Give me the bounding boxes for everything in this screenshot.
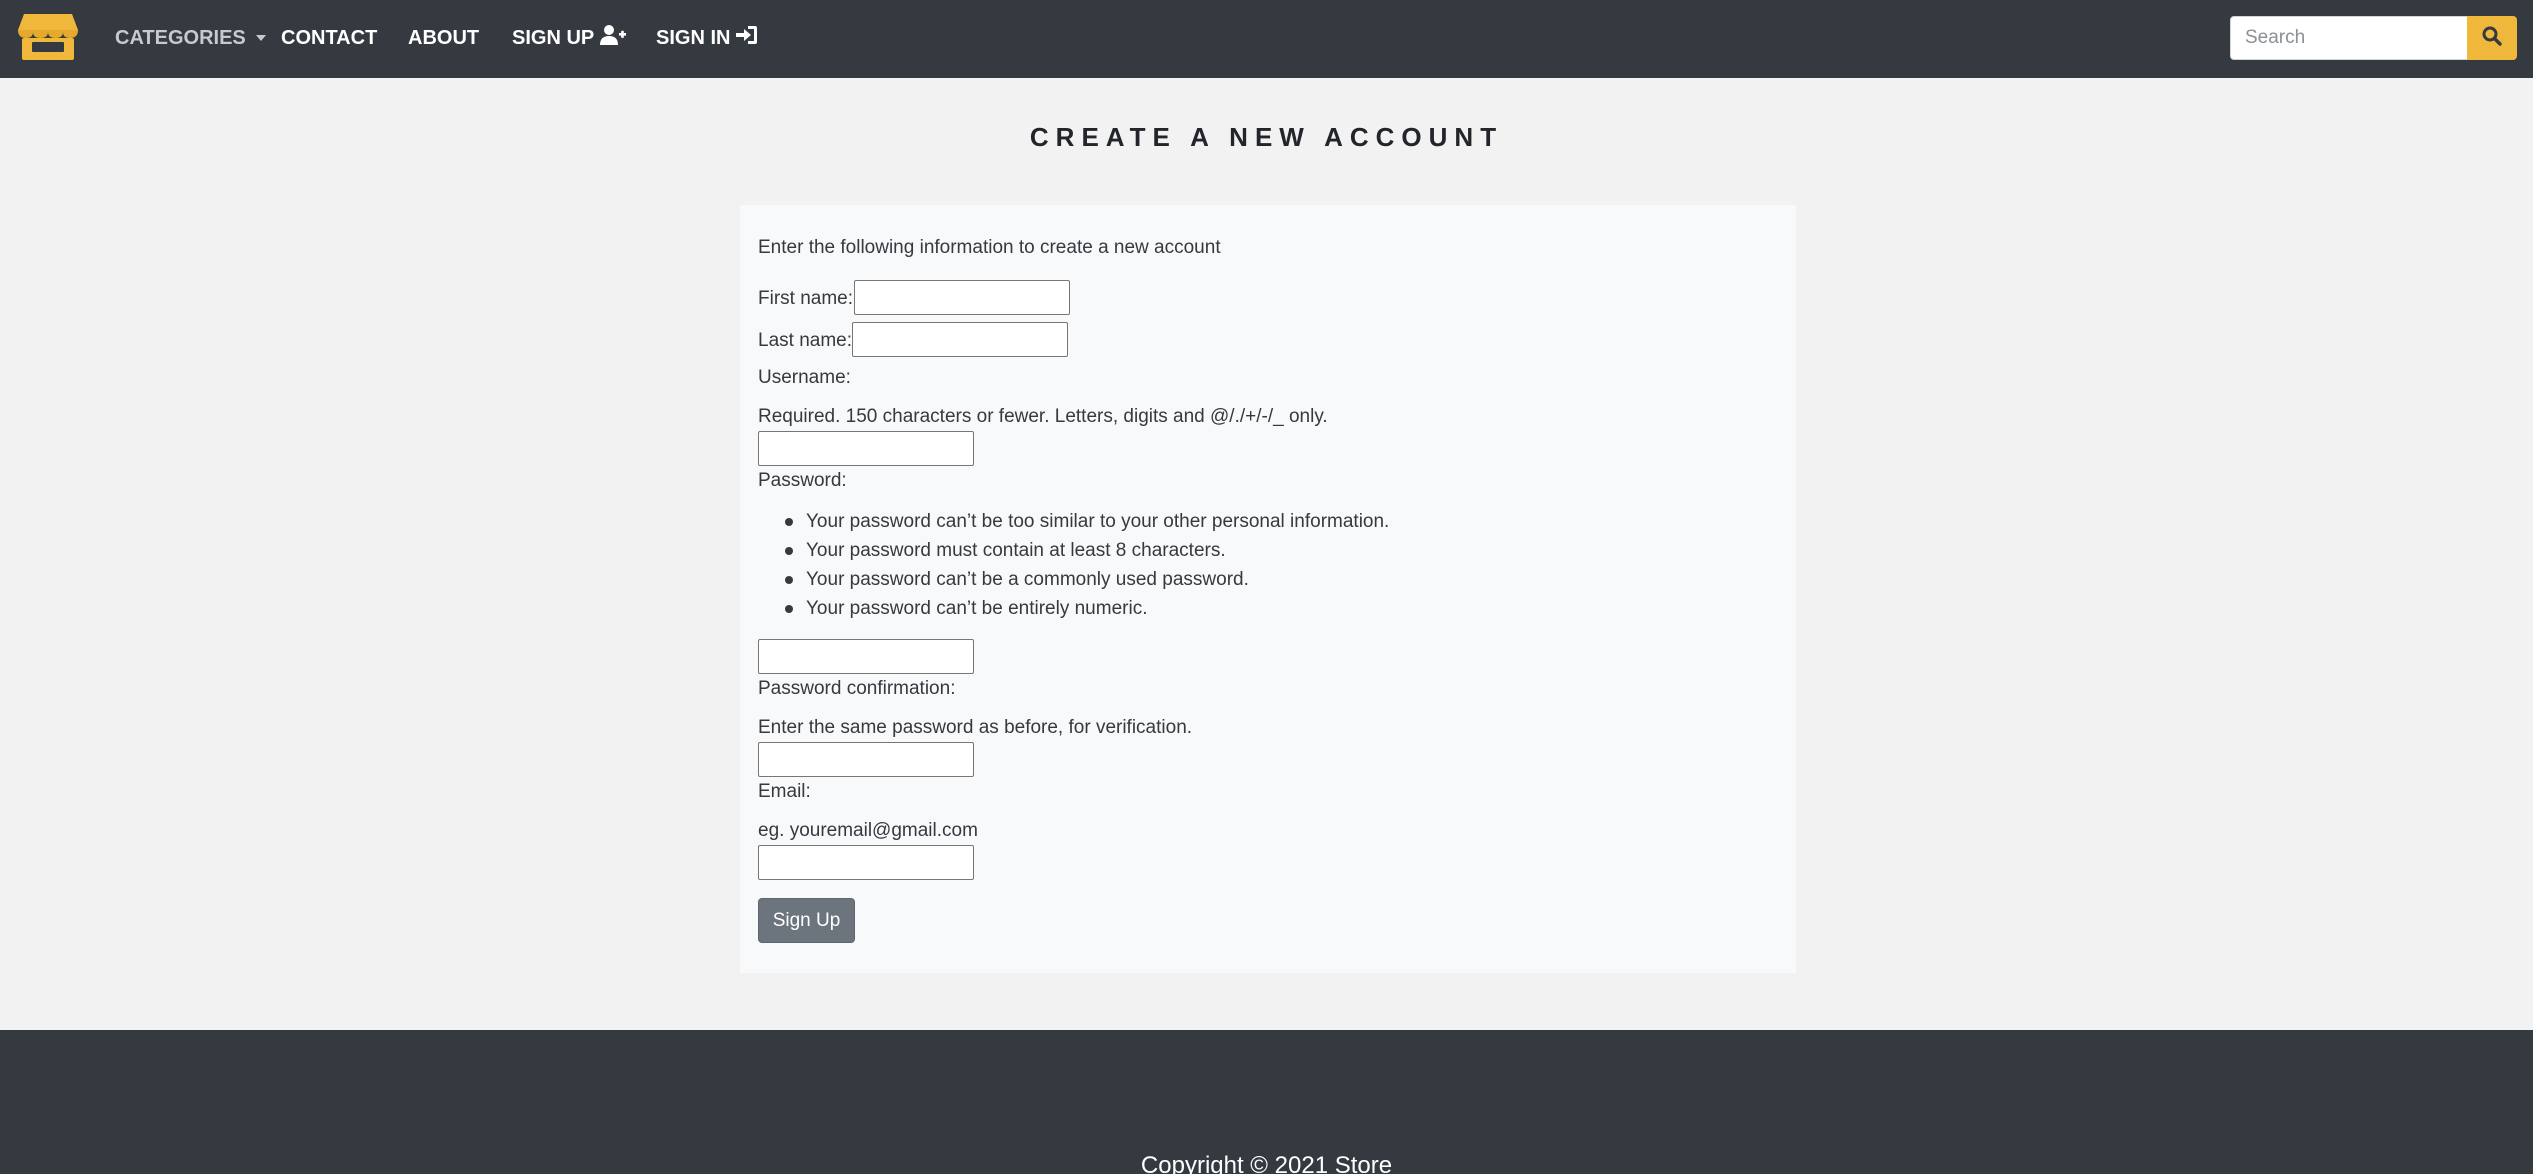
password-confirmation-label: Password confirmation: (758, 678, 956, 699)
nav-contact-label: CONTACT (281, 27, 378, 49)
username-input[interactable] (758, 431, 974, 466)
username-label: Username: (758, 367, 851, 388)
sign-up-button[interactable]: Sign Up (758, 898, 855, 943)
search-icon (2482, 26, 2502, 51)
password-confirmation-help-text: Enter the same password as before, for v… (758, 717, 1193, 738)
store-logo-icon[interactable] (18, 12, 78, 62)
nav-categories-label: CATEGORIES (115, 27, 246, 49)
nav-contact-link[interactable]: CONTACT (281, 26, 377, 50)
email-input[interactable] (758, 845, 974, 880)
nav-sign-in-link[interactable]: SIGN IN (656, 26, 758, 50)
user-plus-icon (600, 25, 627, 51)
nav-sign-up-label: SIGN UP (512, 27, 595, 49)
password-label: Password: (758, 470, 847, 491)
password-rule: Your password can’t be a commonly used p… (758, 565, 1389, 594)
copyright-text: Copyright © 2021 Store (1140, 1152, 1393, 1174)
password-confirmation-input[interactable] (758, 742, 974, 777)
email-label: Email: (758, 781, 811, 802)
nav-categories-dropdown[interactable]: CATEGORIES (115, 26, 266, 50)
password-input[interactable] (758, 639, 974, 674)
signup-form: Enter the following information to creat… (740, 205, 1796, 973)
sign-in-icon (736, 25, 758, 51)
caret-down-icon (255, 35, 266, 41)
password-rules-list: Your password can’t be too similar to yo… (758, 507, 1389, 623)
password-rule: Your password can’t be too similar to yo… (758, 507, 1389, 536)
last-name-input[interactable] (852, 322, 1068, 357)
first-name-input[interactable] (854, 280, 1070, 315)
search-button[interactable] (2467, 16, 2517, 60)
first-name-label: First name: (758, 288, 854, 309)
page-title: CREATE A NEW ACCOUNT (1029, 122, 1504, 152)
nav-sign-in-label: SIGN IN (656, 27, 731, 49)
nav-about-link[interactable]: ABOUT (408, 26, 479, 50)
password-rule: Your password must contain at least 8 ch… (758, 536, 1389, 565)
navbar: CATEGORIES CONTACT ABOUT SIGN UP SIGN IN (0, 0, 2533, 78)
search-input[interactable] (2230, 16, 2468, 60)
password-rule: Your password can’t be entirely numeric. (758, 594, 1389, 623)
form-intro: Enter the following information to creat… (758, 237, 1221, 258)
email-help-text: eg. youremail@gmail.com (758, 820, 978, 841)
last-name-label: Last name: (758, 330, 852, 351)
username-help-text: Required. 150 characters or fewer. Lette… (758, 406, 1328, 427)
footer: Copyright © 2021 Store (0, 1030, 2533, 1174)
nav-about-label: ABOUT (408, 27, 480, 49)
nav-sign-up-link[interactable]: SIGN UP (512, 25, 627, 51)
